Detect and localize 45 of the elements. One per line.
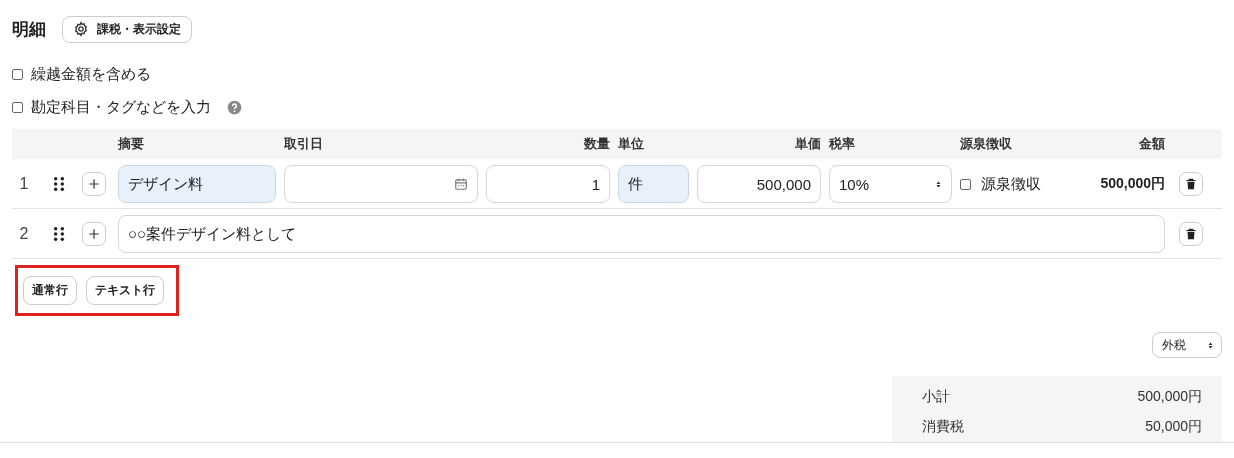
unit-price-field[interactable]: 500,000 bbox=[697, 165, 821, 203]
plus-icon bbox=[87, 227, 101, 241]
trash-icon bbox=[1184, 227, 1198, 241]
summary-label: 消費税 bbox=[922, 418, 964, 436]
column-header: 数量 bbox=[584, 135, 610, 153]
date-field[interactable] bbox=[284, 165, 478, 203]
column-header: 取引日 bbox=[284, 135, 323, 153]
option-label: 繰越金額を含める bbox=[31, 65, 151, 84]
plus-icon bbox=[87, 177, 101, 191]
summary-value: 50,000円 bbox=[1145, 418, 1202, 436]
drag-handle-icon bbox=[51, 175, 67, 193]
row-number: 1 bbox=[19, 175, 29, 193]
description-field[interactable]: デザイン料 bbox=[118, 165, 276, 203]
column-header: 摘要 bbox=[118, 135, 144, 153]
settings-icon bbox=[73, 21, 89, 37]
column-header: 金額 bbox=[1139, 135, 1165, 153]
column-header: 源泉徴収 bbox=[960, 135, 1012, 153]
column-header: 税率 bbox=[829, 135, 855, 153]
text-field[interactable]: ○○案件デザイン料として bbox=[118, 215, 1165, 253]
add-row-button[interactable] bbox=[82, 222, 106, 246]
row-number: 2 bbox=[19, 225, 29, 243]
column-header: 単価 bbox=[795, 135, 821, 153]
calendar-icon bbox=[454, 177, 468, 191]
trash-icon bbox=[1184, 177, 1198, 191]
drag-handle-icon bbox=[51, 225, 67, 243]
section-title: 明細 bbox=[12, 18, 46, 41]
option-label: 勘定科目・タグなどを入力 bbox=[31, 98, 211, 117]
unit-field[interactable]: 件 bbox=[618, 165, 689, 203]
summary-label: 小計 bbox=[922, 388, 950, 406]
checkbox[interactable] bbox=[12, 69, 23, 80]
delete-button[interactable] bbox=[1179, 172, 1203, 196]
tax-mode-select[interactable]: 外税 bbox=[1152, 332, 1222, 358]
add-row-button[interactable] bbox=[82, 172, 106, 196]
amount: 500,000円 bbox=[1100, 175, 1165, 193]
withholding-label: 源泉徴収 bbox=[981, 174, 1041, 194]
checkbox[interactable] bbox=[12, 102, 23, 113]
column-header: 単位 bbox=[618, 135, 644, 153]
settings-button[interactable]: 課税・表示設定 bbox=[62, 15, 192, 43]
add-line-button[interactable]: 通常行 bbox=[23, 276, 77, 305]
summary-value: 500,000円 bbox=[1137, 388, 1202, 406]
checkbox[interactable] bbox=[960, 178, 971, 190]
tax-rate-select[interactable]: 10% bbox=[829, 165, 952, 203]
add-line-button[interactable]: テキスト行 bbox=[86, 276, 164, 305]
quantity-field[interactable]: 1 bbox=[486, 165, 610, 203]
delete-button[interactable] bbox=[1179, 222, 1203, 246]
